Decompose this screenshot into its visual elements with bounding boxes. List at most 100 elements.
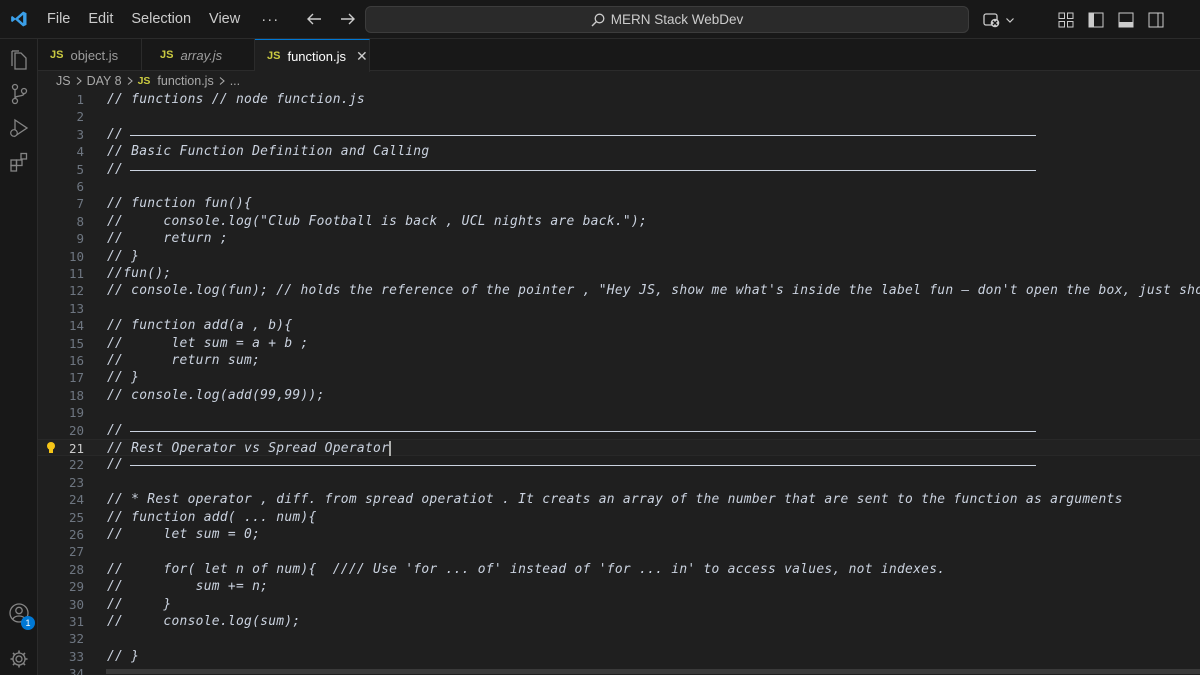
- line-number: 21: [68, 441, 84, 456]
- line-number: 28: [68, 561, 84, 577]
- gear-icon[interactable]: [0, 642, 38, 675]
- run-debug-icon[interactable]: [0, 111, 38, 145]
- code-text: // function add( ... num){: [107, 509, 317, 525]
- breadcrumb-file[interactable]: function.js: [157, 74, 213, 88]
- code-line[interactable]: 30 // }: [38, 596, 1200, 613]
- code-line[interactable]: 21 // Rest Operator vs Spread Operator: [38, 439, 1200, 457]
- menu-more[interactable]: ···: [249, 0, 291, 39]
- tab-function-js[interactable]: JS function.js ✕: [255, 39, 370, 72]
- code-line[interactable]: 23: [38, 474, 1200, 491]
- breadcrumb-folder-day8[interactable]: DAY 8: [87, 74, 122, 88]
- code-line[interactable]: 6: [38, 178, 1200, 195]
- chevron-right-icon: [76, 77, 82, 85]
- source-control-icon[interactable]: [0, 77, 38, 111]
- code-text: //: [107, 126, 124, 142]
- line-number: 19: [68, 405, 84, 421]
- close-icon[interactable]: ✕: [356, 48, 368, 65]
- code-line[interactable]: 9 // return ;: [38, 230, 1200, 247]
- code-line[interactable]: 11 //fun();: [38, 265, 1200, 282]
- tab-array-js[interactable]: JS array.js: [142, 39, 255, 71]
- chevron-down-icon: [1006, 17, 1014, 23]
- code-line[interactable]: 1 // functions // node function.js: [38, 91, 1200, 108]
- copilot-menu[interactable]: [982, 0, 1015, 39]
- comment-divider: [130, 169, 1036, 171]
- customize-layout-icon[interactable]: [1055, 9, 1077, 31]
- code-line[interactable]: 15 // let sum = a + b ;: [38, 335, 1200, 352]
- js-file-icon: JS: [160, 49, 174, 61]
- breadcrumb: JS DAY 8 JS function.js ...: [38, 71, 1200, 91]
- line-number: 8: [76, 213, 84, 229]
- code-text: // console.log(sum);: [107, 614, 301, 629]
- line-number: 18: [68, 387, 84, 403]
- code-text: // }: [107, 248, 140, 264]
- code-line[interactable]: 14 // function add(a , b){: [38, 317, 1200, 334]
- breadcrumb-folder-js[interactable]: JS: [56, 74, 71, 88]
- code-text: //: [107, 161, 124, 177]
- code-line[interactable]: 13: [38, 300, 1200, 317]
- back-arrow-icon[interactable]: [305, 10, 323, 28]
- extensions-icon[interactable]: [0, 145, 38, 179]
- line-number: 14: [68, 318, 84, 334]
- code-line[interactable]: 10 // }: [38, 248, 1200, 265]
- code-line[interactable]: 31 // console.log(sum);: [38, 613, 1200, 630]
- code-text: //fun();: [107, 266, 172, 281]
- code-line[interactable]: 3 //: [38, 126, 1200, 143]
- code-line[interactable]: 12 // console.log(fun); // holds the refe…: [38, 282, 1200, 299]
- code-line[interactable]: 17 // }: [38, 369, 1200, 386]
- code-line[interactable]: 33 // }: [38, 648, 1200, 665]
- code-line[interactable]: 8 // console.log("Club Football is back ,…: [38, 213, 1200, 230]
- code-line[interactable]: 27: [38, 543, 1200, 560]
- code-line[interactable]: 5 //: [38, 161, 1200, 178]
- chevron-right-icon: [219, 77, 225, 85]
- code-text: // * Rest operator , diff. from spread o…: [107, 492, 1123, 508]
- code-text: // function add(a , b){: [107, 318, 293, 334]
- code-text: // console.log("Club Football is back , …: [107, 213, 648, 229]
- code-text: // }: [107, 596, 172, 612]
- code-line[interactable]: 16 // return sum;: [38, 352, 1200, 369]
- menu-edit[interactable]: Edit: [79, 0, 122, 39]
- accounts-icon[interactable]: 1: [0, 596, 38, 630]
- code-editor[interactable]: 1 // functions // node function.js 2 3 // 4 //…: [38, 91, 1200, 675]
- code-line[interactable]: 22 //: [38, 456, 1200, 473]
- code-line[interactable]: 29 // sum += n;: [38, 578, 1200, 595]
- account-badge: 1: [21, 616, 35, 630]
- menu-bar: File Edit Selection View ···: [38, 0, 291, 39]
- menu-view[interactable]: View: [200, 0, 249, 39]
- line-number: 2: [76, 109, 84, 125]
- toggle-secondary-sidebar-icon[interactable]: [1145, 9, 1167, 31]
- code-line[interactable]: 19: [38, 404, 1200, 421]
- tab-object-js[interactable]: JS object.js: [38, 39, 142, 71]
- code-text: // for( let n of num){ //// Use 'for ...…: [107, 561, 946, 577]
- explorer-icon[interactable]: [0, 43, 38, 77]
- line-number: 7: [76, 196, 84, 212]
- command-center-search[interactable]: MERN Stack WebDev: [365, 6, 969, 33]
- line-number: 9: [76, 231, 84, 247]
- menu-selection[interactable]: Selection: [122, 0, 200, 39]
- code-line[interactable]: 26 // let sum = 0;: [38, 526, 1200, 543]
- horizontal-scrollbar[interactable]: [106, 669, 1200, 674]
- forward-arrow-icon[interactable]: [339, 10, 357, 28]
- toggle-primary-sidebar-icon[interactable]: [1085, 9, 1107, 31]
- line-number: 31: [68, 614, 84, 629]
- menu-file[interactable]: File: [38, 0, 79, 39]
- line-number: 29: [68, 579, 84, 595]
- code-line[interactable]: 2: [38, 108, 1200, 125]
- code-line[interactable]: 7 // function fun(){: [38, 195, 1200, 212]
- code-line[interactable]: 24 // * Rest operator , diff. from spread…: [38, 491, 1200, 508]
- code-text: //: [107, 422, 124, 438]
- code-line[interactable]: 18 // console.log(add(99,99));: [38, 387, 1200, 404]
- line-number: 4: [76, 144, 84, 160]
- code-line[interactable]: 32: [38, 630, 1200, 647]
- code-line[interactable]: 28 // for( let n of num){ //// Use 'for .…: [38, 561, 1200, 578]
- line-number: 34: [68, 666, 84, 675]
- vscode-logo-icon[interactable]: [0, 0, 38, 39]
- code-line[interactable]: 4 // Basic Function Definition and Callin…: [38, 143, 1200, 160]
- comment-divider: [130, 134, 1036, 136]
- toggle-panel-icon[interactable]: [1115, 9, 1137, 31]
- code-line[interactable]: 25 // function add( ... num){: [38, 509, 1200, 526]
- line-number: 6: [76, 179, 84, 194]
- code-text: // function fun(){: [107, 196, 253, 212]
- code-line[interactable]: 20 //: [38, 422, 1200, 439]
- breadcrumb-symbol[interactable]: ...: [230, 74, 240, 88]
- code-text: // functions // node function.js: [107, 92, 365, 107]
